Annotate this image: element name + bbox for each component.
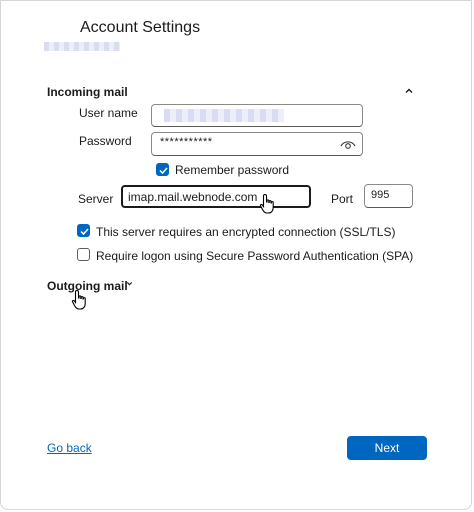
server-value: imap.mail.webnode.com — [128, 190, 258, 204]
account-email-redacted — [44, 42, 120, 51]
eye-icon[interactable] — [340, 139, 356, 150]
server-label: Server — [78, 192, 114, 206]
next-button[interactable]: Next — [347, 436, 427, 460]
port-field[interactable]: 995 — [364, 184, 413, 208]
incoming-mail-heading[interactable]: Incoming mail — [47, 85, 128, 99]
username-label: User name — [79, 106, 138, 120]
ssl-checkbox[interactable] — [77, 224, 90, 237]
password-label: Password — [79, 134, 132, 148]
remember-password-label[interactable]: Remember password — [175, 163, 289, 177]
checkmark-icon — [80, 228, 89, 236]
go-back-link[interactable]: Go back — [47, 441, 92, 455]
hand-cursor-icon — [259, 193, 274, 214]
password-value: *********** — [160, 136, 213, 148]
spa-checkbox[interactable] — [77, 248, 90, 261]
remember-password-checkbox[interactable] — [156, 163, 169, 176]
password-field[interactable]: *********** — [151, 132, 363, 156]
chevron-down-icon[interactable] — [125, 279, 134, 288]
port-label: Port — [331, 192, 354, 206]
checkmark-icon — [159, 167, 168, 175]
port-value: 995 — [371, 189, 390, 201]
username-field[interactable] — [151, 104, 363, 127]
server-field[interactable]: imap.mail.webnode.com — [121, 185, 311, 208]
username-value-redacted — [164, 109, 284, 122]
ssl-label[interactable]: This server requires an encrypted connec… — [96, 225, 395, 239]
spa-label[interactable]: Require logon using Secure Password Auth… — [96, 249, 413, 263]
chevron-up-icon[interactable] — [403, 85, 415, 97]
hand-cursor-icon — [71, 289, 86, 310]
page-title: Account Settings — [80, 19, 201, 36]
